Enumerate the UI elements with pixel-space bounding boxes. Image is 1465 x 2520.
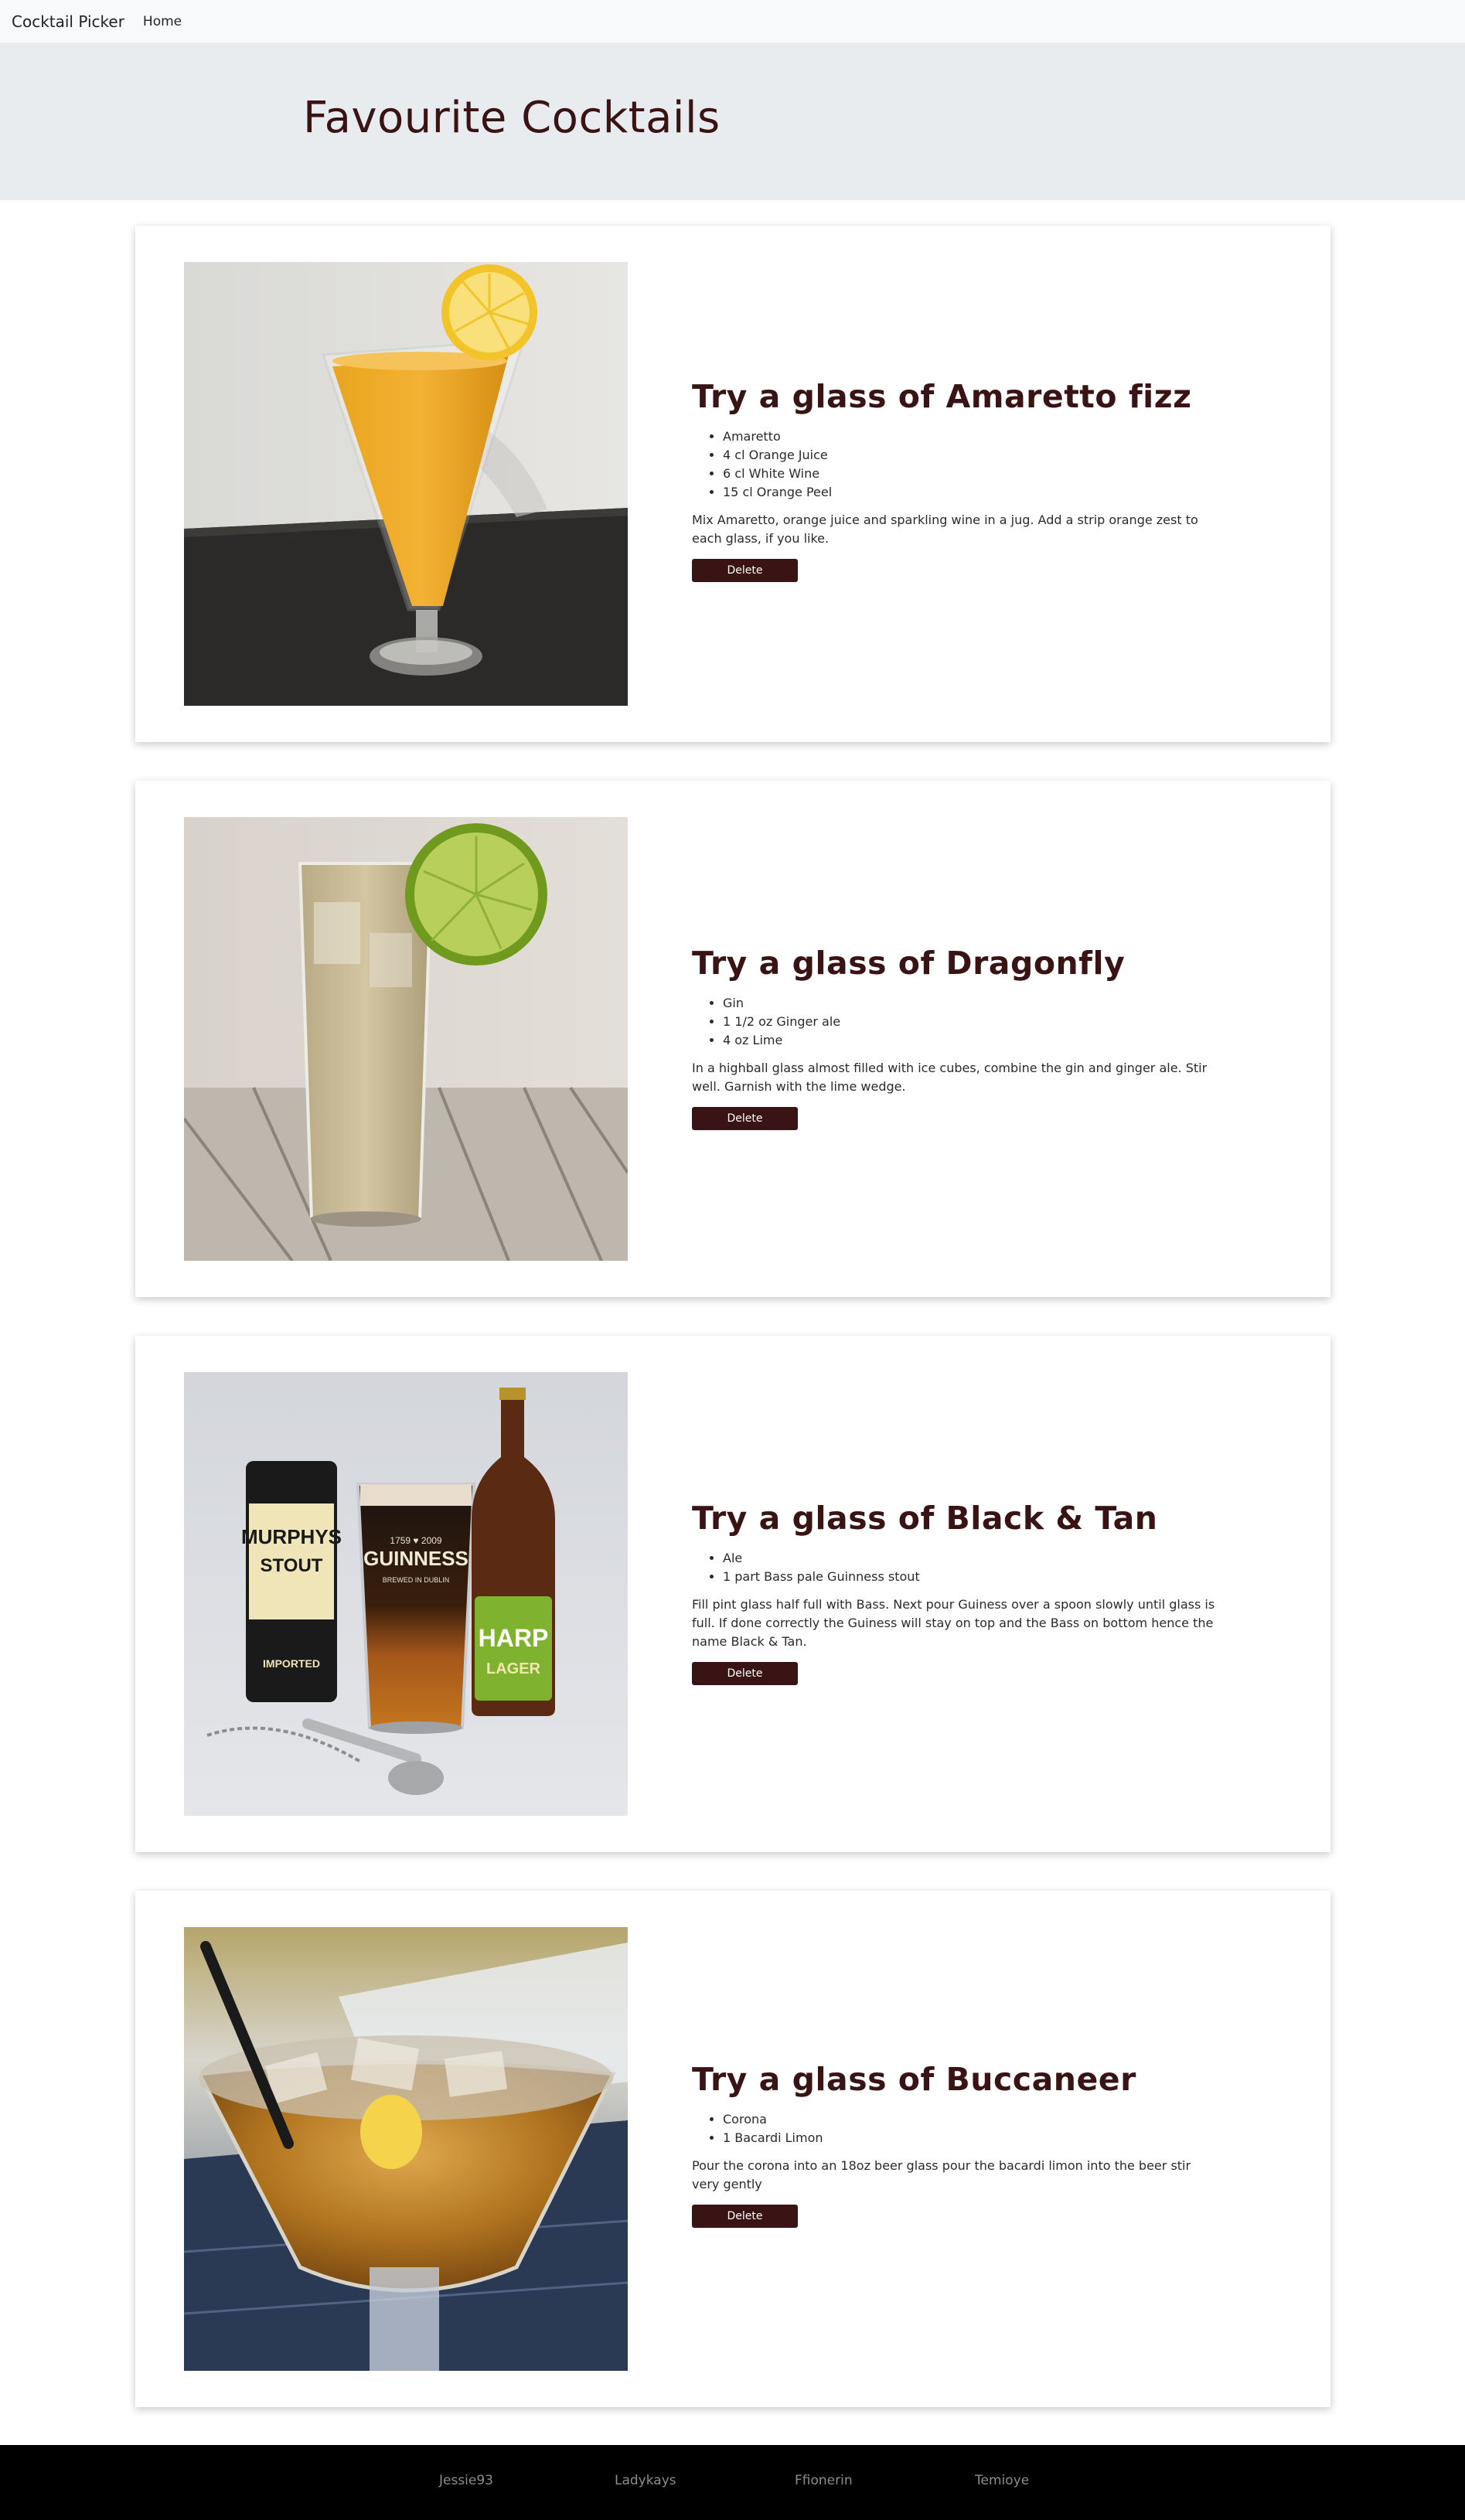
ingredient-item: 1 part Bass pale Guinness stout bbox=[723, 1568, 1233, 1586]
cocktail-title: Try a glass of Amaretto fizz bbox=[692, 378, 1192, 415]
delete-button[interactable]: Delete bbox=[692, 1107, 798, 1130]
cocktail-card: Try a glass of Buccaneer Corona 1 Bacard… bbox=[135, 1891, 1330, 2407]
cocktail-method: Pour the corona into an 18oz beer glass … bbox=[692, 2158, 1191, 2191]
footer-link-ffionerin[interactable]: Ffionerin bbox=[795, 2473, 853, 2488]
buccaneer-photo bbox=[184, 1927, 628, 2371]
ingredient-list: Ale 1 part Bass pale Guinness stout bbox=[692, 1549, 1233, 1586]
ingredient-item: 4 cl Orange Juice bbox=[723, 446, 1233, 465]
can-brand-label: MURPHYS bbox=[241, 1525, 342, 1548]
cocktail-title: Try a glass of Dragonfly bbox=[692, 945, 1126, 982]
amaretto-fizz-photo bbox=[184, 262, 628, 706]
brand-link[interactable]: Cocktail Picker bbox=[12, 12, 124, 31]
can-note-label: IMPORTED bbox=[263, 1657, 320, 1670]
glass-note-label: BREWED IN DUBLIN bbox=[383, 1576, 450, 1584]
delete-button[interactable]: Delete bbox=[692, 559, 798, 582]
hero-banner: Favourite Cocktails bbox=[0, 43, 1465, 200]
cocktail-details: Try a glass of Dragonfly Gin 1 1/2 oz Gi… bbox=[692, 943, 1233, 1130]
ingredient-item: Gin bbox=[723, 994, 1233, 1013]
ingredient-item: 6 cl White Wine bbox=[723, 465, 1233, 483]
glass-brand-label: GUINNESS bbox=[363, 1547, 468, 1570]
bottle-sub-label: LAGER bbox=[486, 1660, 541, 1677]
cocktail-details: Try a glass of Black & Tan Ale 1 part Ba… bbox=[692, 1498, 1233, 1685]
ingredient-item: 1 1/2 oz Ginger ale bbox=[723, 1013, 1233, 1031]
ingredient-item: Amaretto bbox=[723, 427, 1233, 446]
bottle-brand-label: HARP bbox=[479, 1624, 549, 1652]
cocktail-card: Try a glass of Amaretto fizz Amaretto 4 … bbox=[135, 226, 1330, 742]
navbar: Cocktail Picker Home bbox=[0, 0, 1465, 43]
cocktail-method: Fill pint glass half full with Bass. Nex… bbox=[692, 1597, 1215, 1649]
cocktail-method: In a highball glass almost filled with i… bbox=[692, 1061, 1208, 1094]
can-sub-label: STOUT bbox=[261, 1555, 323, 1576]
nav-link-home[interactable]: Home bbox=[143, 14, 182, 29]
ingredient-item: Corona bbox=[723, 2110, 1233, 2129]
cocktail-details: Try a glass of Buccaneer Corona 1 Bacard… bbox=[692, 2059, 1233, 2228]
footer-link-ladykays[interactable]: Ladykays bbox=[615, 2473, 676, 2488]
cocktail-card: MURPHYS STOUT IMPORTED 1759 ♥ 2009 GUINN… bbox=[135, 1336, 1330, 1852]
footer: Jessie93 Ladykays Ffionerin Temioye bbox=[0, 2445, 1465, 2520]
delete-button[interactable]: Delete bbox=[692, 1662, 798, 1685]
ingredient-list: Gin 1 1/2 oz Ginger ale 4 oz Lime bbox=[692, 994, 1233, 1050]
ingredient-item: Ale bbox=[723, 1549, 1233, 1568]
black-and-tan-photo: MURPHYS STOUT IMPORTED 1759 ♥ 2009 GUINN… bbox=[184, 1372, 628, 1816]
cocktail-details: Try a glass of Amaretto fizz Amaretto 4 … bbox=[692, 376, 1233, 582]
cocktail-method: Mix Amaretto, orange juice and sparkling… bbox=[692, 513, 1198, 546]
ingredient-item: 15 cl Orange Peel bbox=[723, 483, 1233, 502]
cocktail-card: Try a glass of Dragonfly Gin 1 1/2 oz Gi… bbox=[135, 781, 1330, 1297]
page-title: Favourite Cocktails bbox=[303, 93, 721, 143]
delete-button[interactable]: Delete bbox=[692, 2205, 798, 2228]
ingredient-item: 4 oz Lime bbox=[723, 1031, 1233, 1050]
footer-link-temioye[interactable]: Temioye bbox=[975, 2473, 1029, 2488]
dragonfly-photo bbox=[184, 817, 628, 1261]
footer-link-jessie93[interactable]: Jessie93 bbox=[439, 2473, 493, 2488]
ingredient-list: Amaretto 4 cl Orange Juice 6 cl White Wi… bbox=[692, 427, 1233, 502]
ingredient-list: Corona 1 Bacardi Limon bbox=[692, 2110, 1233, 2147]
ingredient-item: 1 Bacardi Limon bbox=[723, 2129, 1233, 2147]
cocktail-title: Try a glass of Buccaneer bbox=[692, 2061, 1136, 2098]
cocktail-title: Try a glass of Black & Tan bbox=[692, 1500, 1158, 1537]
glass-year-label: 1759 ♥ 2009 bbox=[390, 1535, 442, 1546]
